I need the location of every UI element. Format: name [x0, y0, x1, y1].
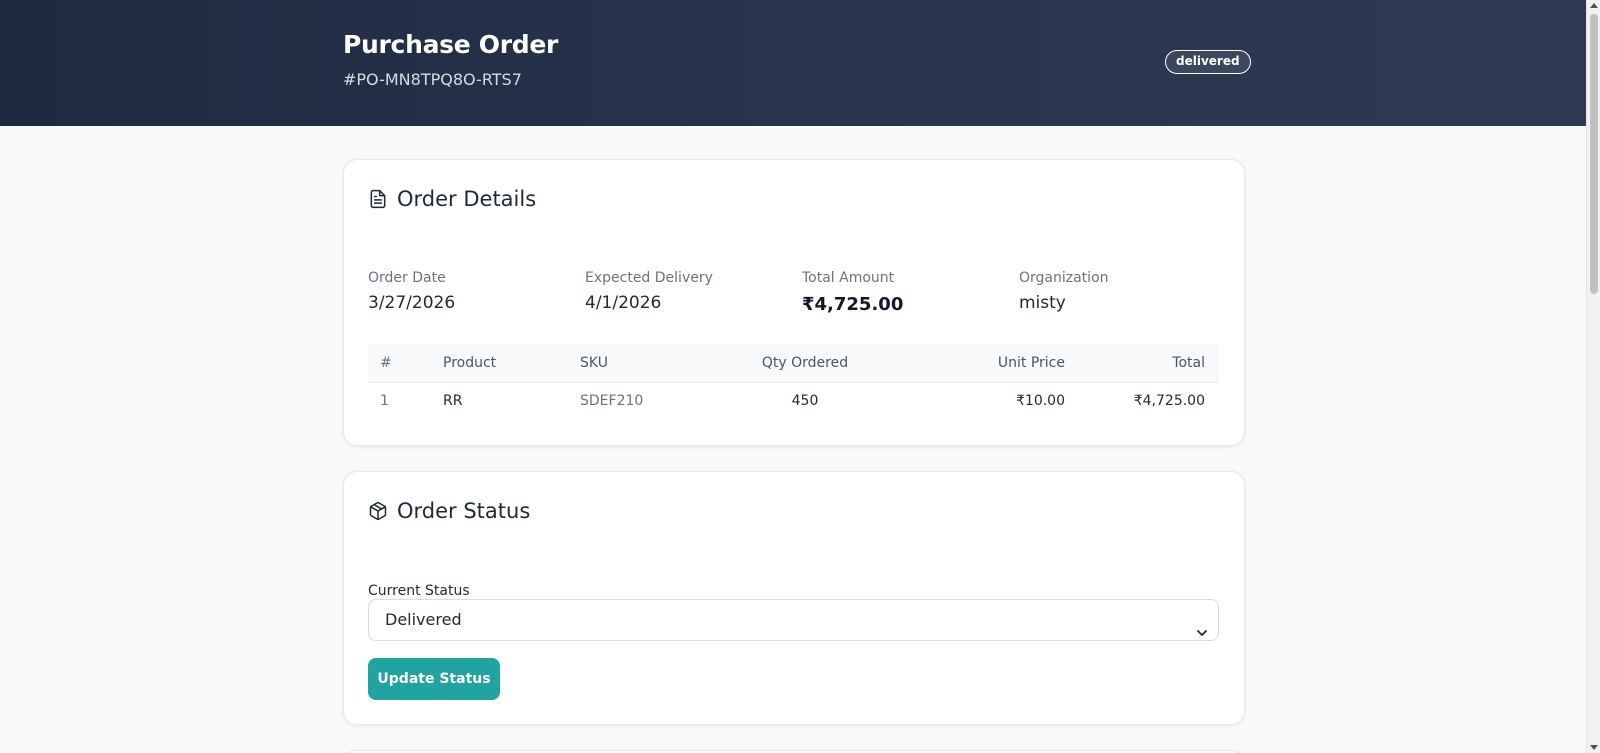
order-info-grid: Order Date 3/27/2026 Expected Delivery 4…: [368, 270, 1218, 330]
order-status-title: Order Status: [397, 499, 531, 523]
cell-unit-price: ₹10.00: [1016, 393, 1065, 410]
expected-delivery-value: 4/1/2026: [585, 293, 662, 313]
cell-qty: 450: [791, 393, 819, 410]
organization-value: misty: [1019, 293, 1066, 313]
document-icon: [368, 189, 388, 209]
order-date-value: 3/27/2026: [368, 293, 456, 313]
status-select[interactable]: Delivered: [368, 599, 1219, 641]
box-icon: [368, 501, 388, 521]
scroll-down-arrow-icon[interactable]: [1590, 745, 1598, 750]
page-header: Purchase Order #PO-MN8TPQ8O-RTS7 deliver…: [0, 0, 1586, 126]
total-amount-value: ₹4,725.00: [802, 294, 904, 315]
order-status-card: Order Status Current Status Delivered Up…: [343, 471, 1245, 725]
order-status-heading: Order Status: [368, 499, 530, 523]
update-status-button[interactable]: Update Status: [368, 658, 500, 700]
table-header-row: # Product SKU Qty Ordered Unit Price Tot…: [368, 344, 1219, 383]
organization-field: Organization misty: [1019, 270, 1109, 313]
total-amount-field: Total Amount ₹4,725.00: [802, 270, 903, 315]
order-id: #PO-MN8TPQ8O-RTS7: [343, 70, 522, 89]
page-title: Purchase Order: [343, 30, 559, 59]
total-amount-label: Total Amount: [802, 270, 895, 286]
column-header-index: #: [368, 344, 443, 383]
cell-total: ₹4,725.00: [1133, 393, 1205, 410]
status-select-value: Delivered: [385, 610, 462, 629]
column-header-qty: Qty Ordered: [730, 344, 880, 383]
status-badge: delivered: [1165, 50, 1251, 74]
order-details-card: Order Details Order Date 3/27/2026 Expec…: [343, 159, 1245, 446]
expected-delivery-field: Expected Delivery 4/1/2026: [585, 270, 713, 313]
cell-index: 1: [380, 393, 389, 410]
organization-label: Organization: [1019, 270, 1109, 286]
scrollbar-thumb[interactable]: [1590, 14, 1598, 294]
chevron-down-icon: [1196, 614, 1208, 636]
column-header-total: Total: [1065, 344, 1219, 383]
order-details-title: Order Details: [397, 187, 537, 211]
current-status-label: Current Status: [368, 583, 470, 599]
column-header-sku: SKU: [580, 344, 730, 383]
scroll-up-arrow-icon[interactable]: [1590, 3, 1598, 8]
column-header-product: Product: [443, 344, 580, 383]
order-date-label: Order Date: [368, 270, 446, 286]
cell-sku: SDEF210: [580, 393, 644, 410]
expected-delivery-label: Expected Delivery: [585, 270, 713, 286]
column-header-unit-price: Unit Price: [880, 344, 1065, 383]
vertical-scrollbar[interactable]: [1586, 0, 1600, 753]
order-items-table: # Product SKU Qty Ordered Unit Price Tot…: [368, 344, 1219, 420]
order-date-field: Order Date 3/27/2026: [368, 270, 455, 313]
table-row: 1 RR SDEF210 450 ₹10.00 ₹4,725.00: [368, 382, 1219, 420]
cell-product: RR: [443, 393, 463, 410]
order-details-heading: Order Details: [368, 187, 536, 211]
